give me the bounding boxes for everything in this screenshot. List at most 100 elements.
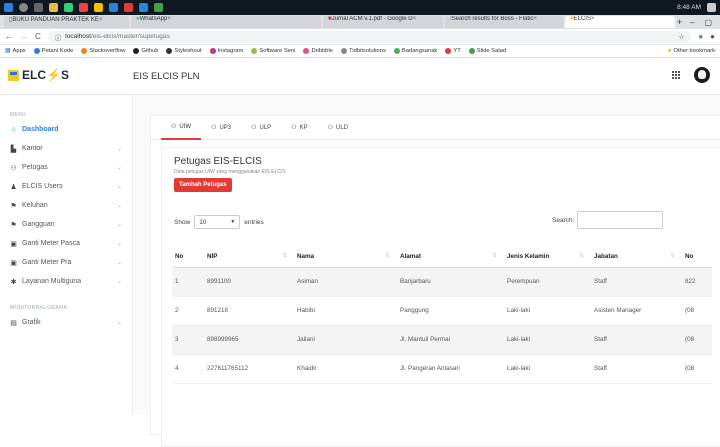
- close-icon[interactable]: ×: [591, 16, 595, 22]
- bookmark-item[interactable]: Badangsanak: [393, 48, 437, 54]
- app-icon[interactable]: [79, 3, 88, 12]
- cell-jabatan: Staff: [591, 267, 682, 297]
- main-content: ⚇ UIW ⚇ UP3 ⚇ ULP ⚇ KP ⚇ ULD Petugas EIS-ELCI…: [133, 95, 720, 447]
- apps-grid-icon[interactable]: [672, 71, 680, 79]
- other-bookmarks[interactable]: ■ Other bookmark: [668, 48, 715, 54]
- entries-label: entries: [244, 218, 264, 226]
- back-icon[interactable]: ←: [5, 32, 13, 41]
- sidebar-section-label: MONITORING GRAFIK: [10, 305, 68, 311]
- bookmark-item[interactable]: Slide Salad: [468, 48, 506, 54]
- people-icon: ⚇: [251, 125, 257, 131]
- sidebar-item-grafik[interactable]: ▤ Grafik ⌄: [0, 313, 132, 332]
- tab-label: ULD: [335, 124, 348, 131]
- bookmark-icon: [166, 48, 173, 54]
- close-icon[interactable]: ×: [533, 16, 537, 22]
- tab-label: UP3: [219, 124, 232, 131]
- chrome-icon[interactable]: [94, 3, 103, 12]
- col-header-jenis-kelamin[interactable]: Jenis Kelamin ⇅: [504, 247, 591, 268]
- chevron-down-icon: ⌄: [116, 184, 122, 190]
- bookmark-item[interactable]: Stackoverflow: [81, 48, 125, 54]
- search-input[interactable]: [577, 211, 664, 229]
- bookmark-apps[interactable]: ▦ Apps: [5, 48, 26, 54]
- col-header-nama[interactable]: Nama ⇅: [294, 247, 397, 268]
- sidebar-item-dashboard[interactable]: ⌂ Dashboard: [0, 120, 132, 139]
- bookmark-item[interactable]: Github: [133, 48, 158, 54]
- notification-icon[interactable]: [707, 3, 716, 12]
- bookmark-item[interactable]: Instagram: [209, 48, 243, 54]
- col-header-jabatan[interactable]: Jabatan ⇅: [591, 247, 682, 268]
- browser-tab[interactable]: ■Jurnal ACM v.1.pdf - Google D×: [323, 16, 443, 28]
- add-petugas-button[interactable]: Tambah Petugas: [174, 178, 232, 192]
- bookmark-label: Dribbble: [311, 48, 334, 54]
- sidebar-item-ganti-meter-pasca[interactable]: ▣ Ganti Meter Pasca ⌄: [0, 234, 132, 253]
- sidebar-item-label: Layanan Multiguna: [22, 278, 82, 285]
- tab-kp[interactable]: ⚇ KP: [281, 116, 317, 140]
- app-icon[interactable]: [154, 3, 163, 12]
- bookmark-item[interactable]: YT: [445, 48, 461, 54]
- task-view-icon[interactable]: [34, 3, 43, 12]
- windows-start-icon[interactable]: [4, 3, 13, 12]
- close-icon[interactable]: ×: [167, 16, 171, 22]
- browser-tab[interactable]: ●WhatsApp×: [131, 16, 321, 28]
- app-icon[interactable]: [139, 3, 148, 12]
- page-length-control: Show 10 ▼ entries: [174, 215, 264, 229]
- app-icon[interactable]: [64, 3, 73, 12]
- sidebar-item-keluhan[interactable]: ⚑ Keluhan ⌄: [0, 196, 132, 215]
- forward-icon[interactable]: →: [20, 32, 28, 41]
- people-icon: ⚇: [211, 125, 217, 131]
- sidebar-item-kantor[interactable]: ▙ Kantor ⌄: [0, 139, 132, 158]
- url-input[interactable]: ⓘ localhost/eis-elcis/master/supetugas ☆: [47, 30, 692, 43]
- maximize-icon[interactable]: ▢: [704, 18, 712, 27]
- browser-tab-active[interactable]: ■ELCIS×: [565, 16, 675, 28]
- sidebar-item-gangguan[interactable]: ⚑ Gangguan ⌄: [0, 215, 132, 234]
- bookmark-label: YT: [453, 48, 461, 54]
- bookmark-item[interactable]: Dribbble: [303, 48, 333, 54]
- sidebar-item-label: ELCIS Users: [22, 183, 63, 190]
- new-tab-icon[interactable]: +: [677, 17, 682, 27]
- col-header-no[interactable]: No: [172, 247, 204, 268]
- bookmark-label: Stackoverflow: [89, 48, 126, 54]
- folder-icon[interactable]: [49, 3, 58, 12]
- close-icon[interactable]: ×: [99, 17, 103, 23]
- browser-tab[interactable]: /Search results for Boss - Flatic×: [445, 16, 563, 28]
- col-header-nip[interactable]: NIP ⇅: [204, 247, 294, 268]
- tab-up3[interactable]: ⚇ UP3: [201, 116, 241, 140]
- chevron-down-icon: ⌄: [116, 241, 122, 247]
- cell-jenis-kelamin: Laki-laki: [504, 354, 591, 384]
- col-header-no-telp[interactable]: No: [682, 247, 712, 268]
- bookmark-item[interactable]: Petani Kode: [33, 48, 73, 54]
- star-icon[interactable]: ☆: [678, 33, 684, 41]
- reload-icon[interactable]: C: [35, 32, 41, 41]
- sidebar-item-petugas[interactable]: ⚇ Petugas ⌄: [0, 158, 132, 177]
- table-row: 2 891218 Habibi Panggung Laki-laki Asist…: [172, 296, 712, 326]
- app-icon[interactable]: [109, 3, 118, 12]
- sidebar-item-layanan-multiguna[interactable]: ✱ Layanan Multiguna ⌄: [0, 272, 132, 291]
- bookmark-item[interactable]: Software Seni: [251, 48, 295, 54]
- tab-ulp[interactable]: ⚇ ULP: [241, 116, 281, 140]
- cell-no-telp: (08: [682, 296, 712, 326]
- tab-uld[interactable]: ⚇ ULD: [318, 116, 358, 140]
- header-actions: [672, 67, 710, 83]
- col-header-alamat[interactable]: Alamat ⇅: [397, 247, 504, 268]
- time-label: 8:48 AM: [677, 4, 701, 11]
- close-icon[interactable]: ×: [413, 16, 417, 22]
- app-icon[interactable]: [124, 3, 133, 12]
- tab-uiw[interactable]: ⚇ UIW: [161, 116, 202, 140]
- bookmark-item[interactable]: Styleshout: [166, 48, 202, 54]
- chevron-down-icon: ⌄: [116, 320, 122, 326]
- search-icon[interactable]: [19, 3, 28, 12]
- cell-jabatan: Staff: [591, 325, 682, 355]
- sidebar-item-label: Kantor: [22, 145, 43, 152]
- extension-icon[interactable]: ●: [698, 32, 703, 41]
- sidebar-item-elcis-users[interactable]: ♟ ELCIS Users ⌄: [0, 177, 132, 196]
- browser-tab[interactable]: ▯BUKU PANDUAN PRAKTEK KE×: [4, 16, 129, 28]
- bookmark-item[interactable]: Tidbitsolutions: [341, 48, 386, 54]
- profile-icon[interactable]: ●: [710, 32, 715, 41]
- app-logo[interactable]: ELC⚡S: [8, 68, 108, 82]
- avatar[interactable]: [694, 67, 710, 83]
- sidebar-item-ganti-meter-pra[interactable]: ▣ Ganti Meter Pra ⌄: [0, 253, 132, 272]
- entries-select[interactable]: 10 ▼: [194, 215, 241, 229]
- url-host: localhost: [65, 33, 91, 40]
- sort-icon: ⇅: [670, 253, 675, 260]
- minimize-icon[interactable]: –: [690, 18, 694, 27]
